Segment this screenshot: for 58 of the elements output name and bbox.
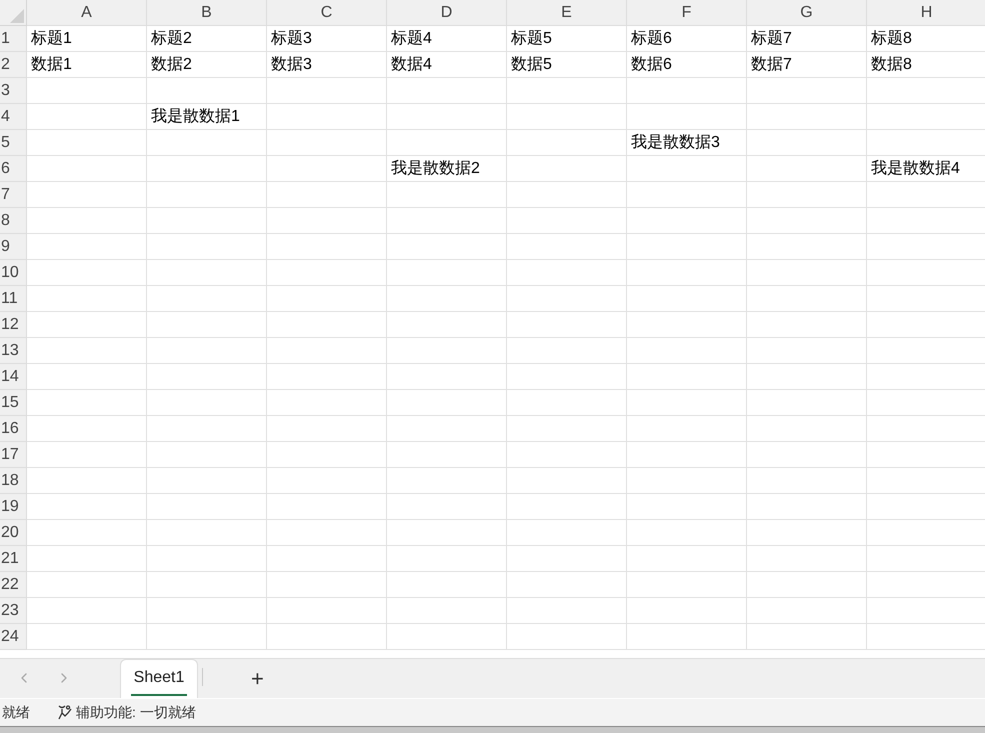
row-header[interactable]: 13 [0, 338, 27, 364]
column-header[interactable]: E [507, 0, 627, 26]
status-text: 就绪 [2, 703, 30, 722]
table-cell: 我是散数据1 [147, 104, 267, 130]
column-header[interactable]: B [147, 0, 267, 26]
add-sheet-button[interactable]: + [251, 668, 264, 690]
row-header[interactable]: 10 [0, 260, 27, 286]
row-header[interactable]: 20 [0, 520, 27, 546]
row-header[interactable]: 9 [0, 234, 27, 260]
table-cell: 标题2 [147, 26, 267, 52]
row-header[interactable]: 1 [0, 26, 27, 52]
table-cell: 数据1 [27, 52, 147, 78]
table-cell: 我是散数据3 [627, 130, 747, 156]
table-cell: 数据2 [147, 52, 267, 78]
row-header[interactable]: 15 [0, 390, 27, 416]
column-header[interactable]: H [867, 0, 985, 26]
column-header[interactable]: F [627, 0, 747, 26]
row-header[interactable]: 22 [0, 572, 27, 598]
table-cell: 标题4 [387, 26, 507, 52]
row-header[interactable]: 6 [0, 156, 27, 182]
table-cell: 数据5 [507, 52, 627, 78]
accessibility-icon[interactable] [56, 704, 72, 722]
select-all-icon[interactable] [10, 9, 24, 23]
table-cell: 我是散数据2 [387, 156, 507, 182]
sheet-tab[interactable]: Sheet1 [120, 659, 198, 698]
row-header[interactable]: 3 [0, 78, 27, 104]
table-cell: 数据8 [867, 52, 985, 78]
row-header[interactable]: 4 [0, 104, 27, 130]
row-header[interactable]: 8 [0, 208, 27, 234]
table-cell: 标题5 [507, 26, 627, 52]
table-cell: 数据7 [747, 52, 867, 78]
table-cell: 标题1 [27, 26, 147, 52]
row-header[interactable]: 11 [0, 286, 27, 312]
column-header[interactable]: C [267, 0, 387, 26]
row-header[interactable]: 12 [0, 312, 27, 338]
accessibility-status[interactable]: 辅助功能: 一切就绪 [76, 702, 196, 723]
table-cell: 标题8 [867, 26, 985, 52]
row-header[interactable]: 23 [0, 598, 27, 624]
row-header[interactable]: 17 [0, 442, 27, 468]
table-cell: 数据4 [387, 52, 507, 78]
row-header[interactable]: 21 [0, 546, 27, 572]
row-header[interactable]: 19 [0, 494, 27, 520]
table-cell: 标题3 [267, 26, 387, 52]
row-header[interactable]: 7 [0, 182, 27, 208]
table-cell: 数据3 [267, 52, 387, 78]
row-header[interactable]: 2 [0, 52, 27, 78]
column-header[interactable]: A [27, 0, 147, 26]
column-header[interactable]: G [747, 0, 867, 26]
row-header[interactable]: 24 [0, 624, 27, 650]
row-header[interactable]: 16 [0, 416, 27, 442]
table-cell: 标题6 [627, 26, 747, 52]
row-header[interactable]: 18 [0, 468, 27, 494]
table-cell: 数据6 [627, 52, 747, 78]
column-header[interactable]: D [387, 0, 507, 26]
table-cell: 标题7 [747, 26, 867, 52]
row-header[interactable]: 5 [0, 130, 27, 156]
table-cell: 我是散数据4 [867, 156, 985, 182]
row-header[interactable]: 14 [0, 364, 27, 390]
